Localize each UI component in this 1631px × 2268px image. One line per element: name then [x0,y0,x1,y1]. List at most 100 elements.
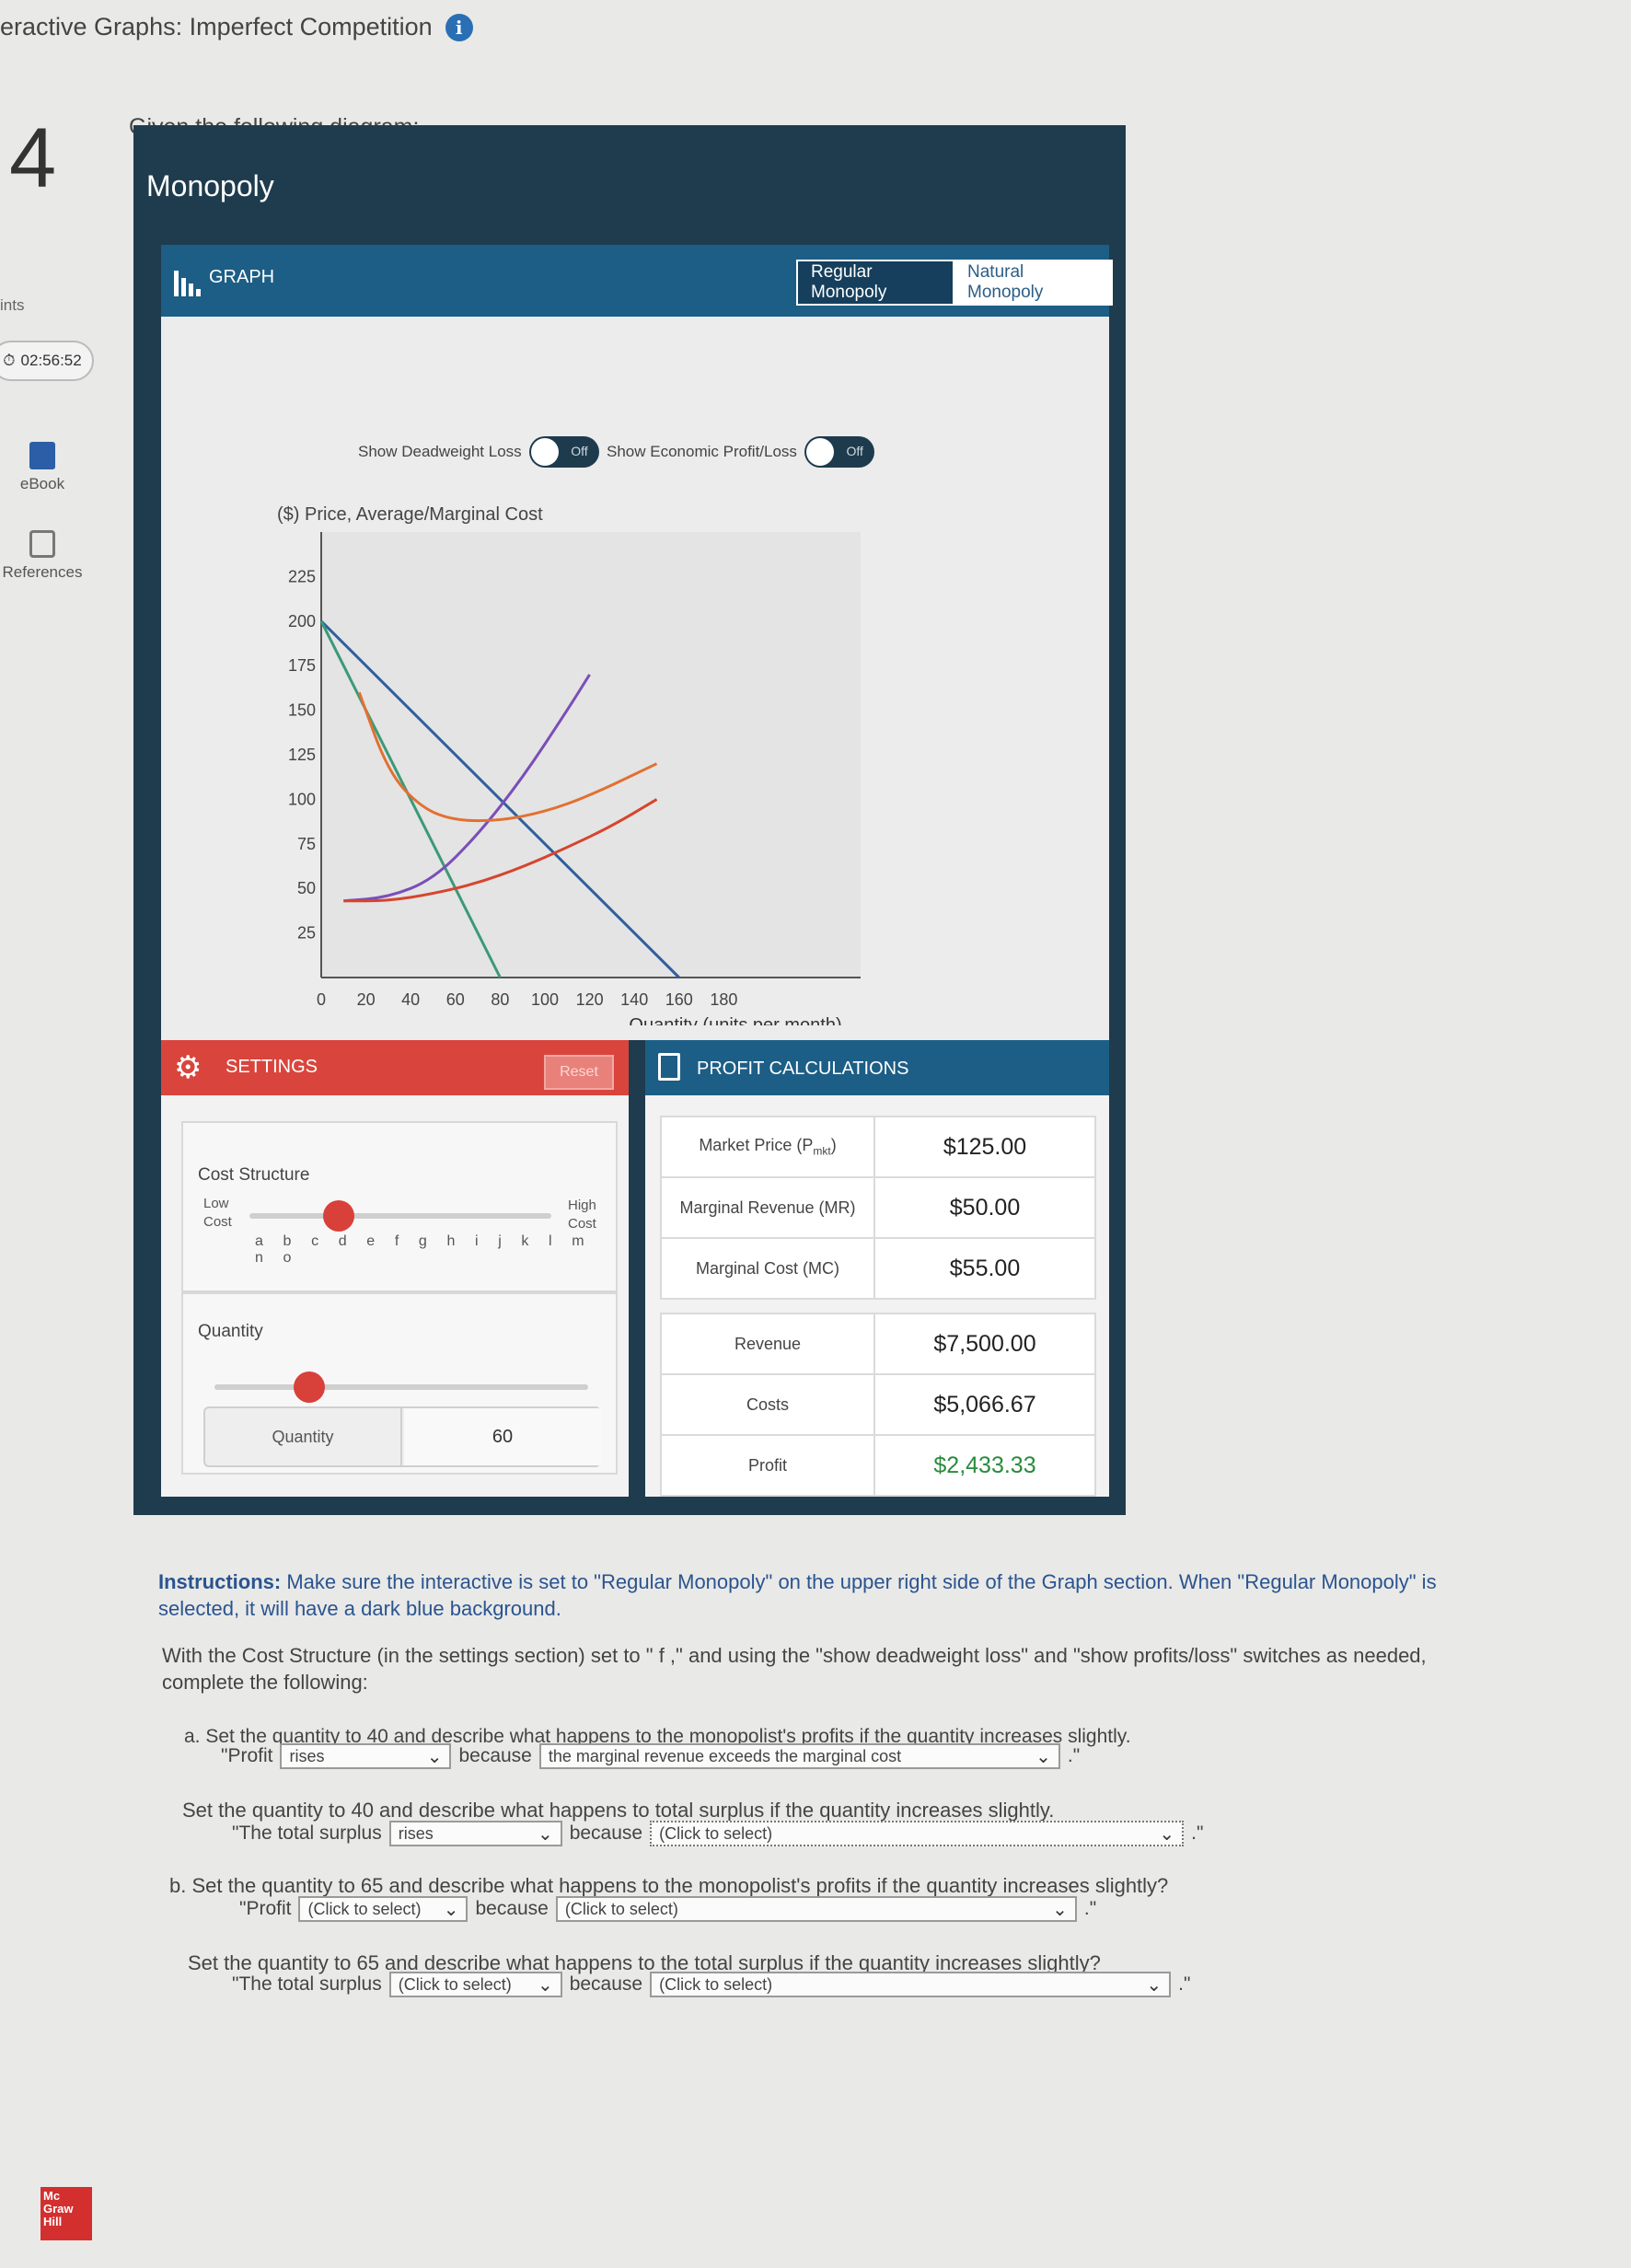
mr-value: $50.00 [873,1176,1096,1239]
answer-prefix: "Profit [221,1745,273,1766]
chevron-down-icon: ⌄ [537,1823,553,1845]
revenue-label: Revenue [660,1313,875,1375]
question-b-prompt: b. Set the quantity to 65 and describe w… [169,1874,1169,1897]
dropdown-value: (Click to select) [659,1823,773,1843]
x-axis-title: Quantity (units per month) [629,1015,841,1025]
profit-direction-dropdown-b[interactable]: (Click to select) ⌄ [298,1896,468,1922]
timer-icon: ⏱ [3,352,16,369]
references-icon [29,530,55,558]
graph-header: GRAPH Regular Monopoly Natural Monopoly [161,245,1113,317]
quantity-slider-thumb[interactable] [294,1371,325,1403]
y-tick-label: 225 [288,567,316,585]
quantity-input[interactable]: 60 [404,1408,601,1465]
cost-slider-letters: a b c d e f g h i j k l m n o [255,1233,593,1266]
y-tick-label: 75 [297,835,316,853]
references-button[interactable]: References [0,530,85,582]
answer-suffix: ." [1067,1745,1081,1766]
monopoly-widget: Monopoly GRAPH Regular Monopoly Natural … [133,125,1126,1515]
reset-button[interactable]: Reset [544,1055,614,1090]
chevron-down-icon: ⌄ [1052,1899,1068,1920]
chevron-down-icon: ⌄ [1159,1823,1175,1845]
profit-header-label: PROFIT CALCULATIONS [697,1059,909,1079]
y-tick-label: 100 [288,790,316,808]
chevron-down-icon: ⌄ [537,1974,553,1996]
dropdown-value: (Click to select) [307,1899,422,1918]
high-cost-label: High Cost [568,1198,596,1232]
profit-direction-dropdown[interactable]: rises ⌄ [280,1743,452,1769]
market-price-value: $125.00 [873,1116,1096,1178]
quantity-field-label: Quantity [205,1408,402,1465]
gear-icon: ⚙ [174,1050,202,1085]
because-label: because [569,1973,643,1995]
natural-monopoly-button[interactable]: Natural Monopoly [954,260,1113,306]
dropdown-value: rises [289,1746,325,1765]
info-icon[interactable]: i [445,13,473,41]
mc-value: $55.00 [873,1237,1096,1300]
ebook-button[interactable]: eBook [0,442,85,493]
y-tick-label: 25 [297,924,316,943]
profit-reason-dropdown[interactable]: the marginal revenue exceeds the margina… [538,1743,1060,1769]
calculator-icon [658,1053,680,1081]
surplus-reason-dropdown[interactable]: (Click to select) ⌄ [650,1821,1185,1846]
settings-panel: ⚙ SETTINGS Reset Cost Structure Low Cost… [161,1040,629,1497]
x-tick-label: 80 [491,990,509,1009]
table-row: Marginal Revenue (MR) $50.00 [660,1176,1096,1239]
cost-slider-thumb[interactable] [323,1200,354,1232]
cost-slider-track[interactable] [249,1213,551,1219]
references-label: References [2,563,83,581]
answer-suffix: ." [1083,1898,1097,1919]
quantity-box: Quantity 40 120 Quantity 60 [181,1292,618,1475]
switch-state: Off [846,444,863,458]
graph-panel: GRAPH Regular Monopoly Natural Monopoly … [161,245,1113,1040]
y-tick-label: 200 [288,612,316,631]
regular-monopoly-button[interactable]: Regular Monopoly [796,260,954,306]
ebook-label: eBook [19,475,65,492]
profit-loss-toggle-row: Show Economic Profit/Loss Off [607,436,874,468]
timer-value: 02:56:52 [20,352,82,369]
x-tick-label: 140 [620,990,648,1009]
surplus-direction-dropdown-b[interactable]: (Click to select) ⌄ [388,1972,562,1997]
timer: ⏱ 02:56:52 [0,341,94,381]
question-a2-prompt: Set the quantity to 40 and describe what… [182,1799,1055,1822]
profit-value: $2,433.33 [873,1434,1096,1497]
plot-area [321,532,861,978]
x-tick-label: 160 [665,990,693,1009]
instructions: Instructions: Make sure the interactive … [158,1568,1447,1622]
graph-label: GRAPH [209,267,275,287]
chevron-down-icon: ⌄ [1035,1746,1051,1767]
quantity-field[interactable]: Quantity 60 [203,1406,601,1467]
table-row: Revenue $7,500.00 [660,1313,1096,1375]
surplus-direction-dropdown[interactable]: rises ⌄ [388,1821,562,1846]
because-label: because [458,1745,532,1766]
mc-label: Marginal Cost (MC) [660,1237,875,1300]
question-number: 4 [9,111,57,205]
mcgraw-hill-logo: Mc Graw Hill [40,2187,92,2240]
table-row: Marginal Cost (MC) $55.00 [660,1237,1096,1300]
answer-prefix: "The total surplus [232,1822,382,1844]
points-label: ints [0,296,25,314]
y-tick-label: 50 [297,879,316,897]
chevron-down-icon: ⌄ [443,1899,459,1920]
cost-structure-title: Cost Structure [198,1165,310,1185]
question-a-answer-row: "Profit rises ⌄ because the marginal reve… [221,1743,1080,1769]
answer-prefix: "The total surplus [232,1973,382,1995]
because-label: because [569,1822,643,1844]
dropdown-value: (Click to select) [659,1974,773,1994]
switch-knob [805,438,834,466]
dropdown-value: rises [398,1823,434,1843]
table-row: Profit $2,433.33 [660,1434,1096,1497]
because-label: because [475,1898,549,1919]
quantity-slider-track[interactable] [214,1384,588,1390]
ebook-icon [29,442,55,469]
profit-loss-switch[interactable]: Off [804,436,874,468]
deadweight-loss-switch[interactable]: Off [528,436,599,468]
profit-calculations-panel: PROFIT CALCULATIONS Market Price (Pmkt) … [645,1040,1109,1497]
y-tick-label: 175 [288,656,316,675]
page-title: eractive Graphs: Imperfect Competition i [0,13,473,41]
question-b2-answer-row: "The total surplus (Click to select) ⌄ be… [232,1972,1190,1997]
dropdown-value: the marginal revenue exceeds the margina… [548,1746,902,1765]
profit-reason-dropdown-b[interactable]: (Click to select) ⌄ [555,1896,1077,1922]
costs-label: Costs [660,1373,875,1436]
surplus-reason-dropdown-b[interactable]: (Click to select) ⌄ [650,1972,1172,1997]
instructions-paragraph: With the Cost Structure (in the settings… [162,1644,1427,1694]
